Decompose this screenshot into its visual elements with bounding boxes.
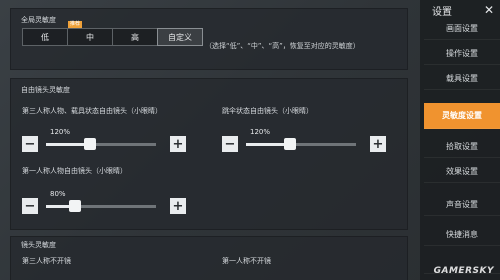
slider-thumb[interactable] bbox=[284, 138, 296, 150]
first-person-no-scope-label: 第一人称不开镜 bbox=[222, 257, 271, 265]
slider-label-third-person: 第三人称人物、载具状态自由镜头（小眼睛） bbox=[22, 107, 162, 115]
increase-button[interactable]: + bbox=[170, 198, 186, 214]
nav-item-label: 快捷消息 bbox=[446, 230, 478, 239]
nav-item-graphics[interactable]: 画面设置 bbox=[424, 18, 500, 40]
nav-item-controls[interactable]: 操作设置 bbox=[424, 43, 500, 65]
preset-label: 高 bbox=[131, 32, 139, 42]
slider-value: 120% bbox=[50, 128, 71, 136]
preset-high-button[interactable]: 高 bbox=[112, 28, 158, 46]
nav-item-effects[interactable]: 效果设置 bbox=[424, 161, 500, 183]
settings-sidebar: 设置 ✕ 画面设置 操作设置 载具设置 灵敏度设置 拾取设置 效果设置 声音设置… bbox=[420, 0, 500, 280]
preset-label: 低 bbox=[41, 32, 49, 42]
increase-button[interactable]: + bbox=[370, 136, 386, 152]
slider-label-parachute: 跳伞状态自由镜头（小眼睛） bbox=[222, 107, 313, 115]
free-look-title: 自由镜头灵敏度 bbox=[21, 86, 70, 94]
slider-label-first-person: 第一人称人物自由镜头（小眼睛） bbox=[22, 167, 127, 175]
nav-item-sensitivity[interactable]: 灵敏度设置 bbox=[424, 103, 500, 129]
slider-value: 120% bbox=[250, 128, 271, 136]
slider-track[interactable] bbox=[246, 138, 356, 150]
lens-sensitivity-title: 镜头灵敏度 bbox=[21, 241, 56, 249]
slider-track[interactable] bbox=[46, 200, 156, 212]
nav-item-label: 操作设置 bbox=[446, 49, 478, 58]
nav-item-label: 拾取设置 bbox=[446, 142, 478, 151]
decrease-button[interactable]: − bbox=[22, 198, 38, 214]
nav-item-label: 声音设置 bbox=[446, 200, 478, 209]
preset-medium-button[interactable]: 推荐 中 bbox=[67, 21, 113, 46]
preset-hint: （选择“低”、“中”、“高”，恢复至对应的灵敏度） bbox=[205, 42, 360, 50]
nav-item-vehicle[interactable]: 载具设置 bbox=[424, 68, 500, 90]
nav-item-label: 效果设置 bbox=[446, 167, 478, 176]
recommended-badge: 推荐 bbox=[68, 21, 83, 28]
nav-item-quick-messages[interactable]: 快捷消息 bbox=[424, 224, 500, 246]
settings-title: 设置 bbox=[432, 7, 452, 18]
nav-item-label: 载具设置 bbox=[446, 74, 478, 83]
nav-item-sound[interactable]: 声音设置 bbox=[424, 194, 500, 216]
preset-low-button[interactable]: 低 bbox=[22, 28, 68, 46]
third-person-no-scope-label: 第三人称不开镜 bbox=[22, 257, 71, 265]
increase-button[interactable]: + bbox=[170, 136, 186, 152]
nav-item-label: 画面设置 bbox=[446, 24, 478, 33]
preset-label: 中 bbox=[86, 32, 94, 42]
slider-track[interactable] bbox=[46, 138, 156, 150]
slider-thumb[interactable] bbox=[84, 138, 96, 150]
preset-group: 低 推荐 中 高 自定义 bbox=[22, 21, 203, 46]
preset-custom-button[interactable]: 自定义 bbox=[157, 28, 203, 46]
slider-value: 80% bbox=[50, 190, 66, 198]
nav-item-pickup[interactable]: 拾取设置 bbox=[424, 136, 500, 158]
close-icon[interactable]: ✕ bbox=[482, 3, 496, 17]
decrease-button[interactable]: − bbox=[22, 136, 38, 152]
slider-thumb[interactable] bbox=[69, 200, 82, 212]
preset-label: 自定义 bbox=[168, 32, 192, 42]
decrease-button[interactable]: − bbox=[222, 136, 238, 152]
global-sensitivity-title: 全局灵敏度 bbox=[21, 16, 56, 24]
nav-item-label: 灵敏度设置 bbox=[442, 111, 482, 120]
gamersky-watermark: GAMERSKY bbox=[433, 266, 494, 276]
